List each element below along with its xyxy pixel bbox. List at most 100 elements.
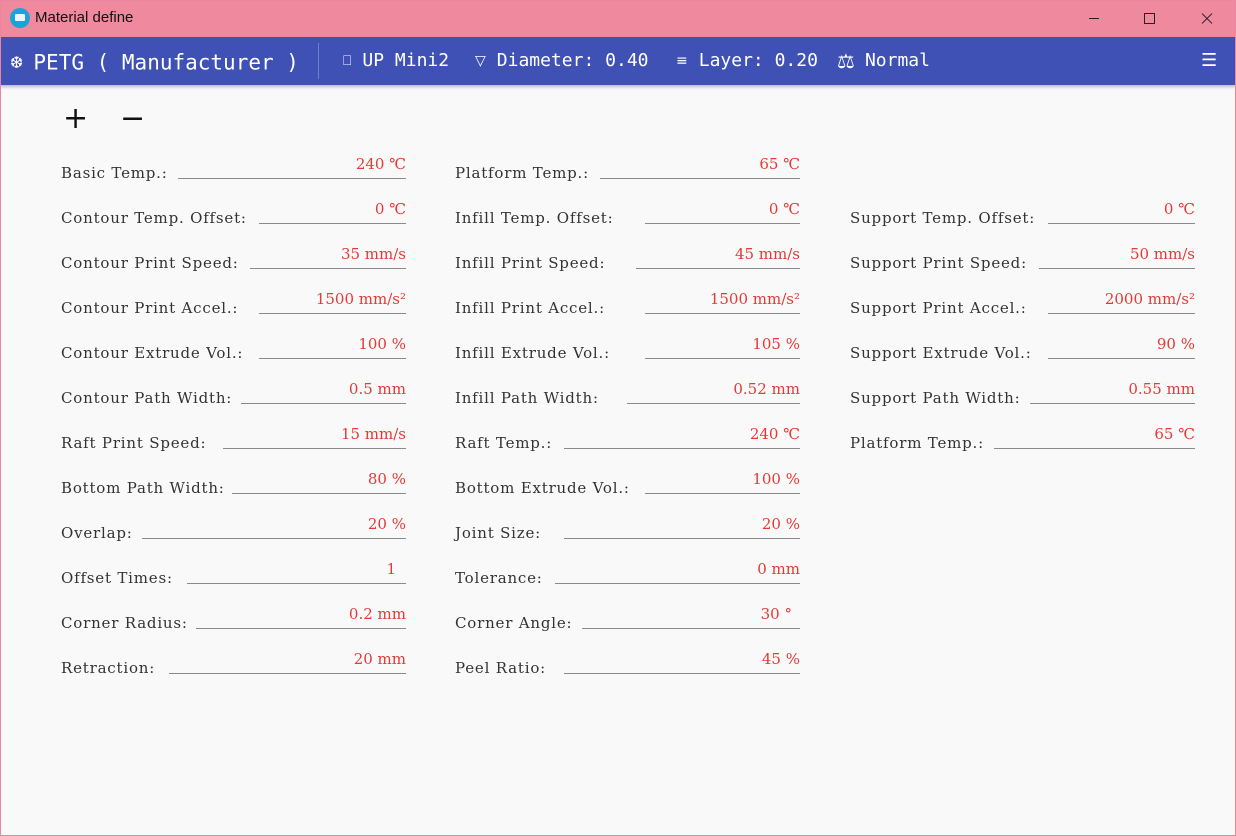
field-support-path-width: Support Path Width: 0.55 mm [850, 380, 1195, 407]
field-contour-path-width: Contour Path Width: 0.5 mm [61, 380, 406, 407]
support-extrude-vol-input[interactable]: 90 % [1048, 335, 1195, 359]
toolbar: ❆ PETG ( Manufacturer ) ⎕ UP Mini2 ▽ Diamet… [0, 37, 1236, 85]
field-corner-radius: Corner Radius: 0.2 mm [61, 605, 406, 632]
field-label: Support Path Width: [850, 389, 1021, 407]
basic-temp-input[interactable]: 240 ℃ [178, 155, 406, 179]
close-button[interactable] [1183, 0, 1229, 37]
window-border [0, 0, 1236, 836]
field-label: Support Temp. Offset: [850, 209, 1036, 227]
field-support-platform-temp: Platform Temp.: 65 ℃ [850, 425, 1195, 452]
material-name: PETG ( Manufacturer ) [33, 50, 299, 75]
field-label: Corner Angle: [455, 614, 573, 632]
peel-ratio-input[interactable]: 45 % [564, 650, 800, 674]
field-label: Platform Temp.: [850, 434, 984, 452]
field-support-extrude-vol: Support Extrude Vol.: 90 % [850, 335, 1195, 362]
contour-print-accel-input[interactable]: 1500 mm/s² [259, 290, 406, 314]
field-contour-print-speed: Contour Print Speed: 35 mm/s [61, 245, 406, 272]
field-label: Support Print Speed: [850, 254, 1027, 272]
diameter-selector[interactable]: ▽ Diameter: 0.40 [475, 37, 649, 85]
offset-times-input[interactable]: 1 [187, 560, 406, 584]
field-label: Contour Path Width: [61, 389, 233, 407]
field-label: Contour Extrude Vol.: [61, 344, 244, 362]
overlap-input[interactable]: 20 % [142, 515, 406, 539]
field-label: Retraction: [61, 659, 156, 677]
infill-print-accel-input[interactable]: 1500 mm/s² [645, 290, 800, 314]
field-label: Infill Extrude Vol.: [455, 344, 610, 362]
field-infill-print-speed: Infill Print Speed: 45 mm/s [455, 245, 800, 272]
field-label: Support Print Accel.: [850, 299, 1027, 317]
window-title: Material define [35, 9, 134, 26]
field-support-print-speed: Support Print Speed: 50 mm/s [850, 245, 1195, 272]
field-label: Basic Temp.: [61, 164, 168, 182]
field-peel-ratio: Peel Ratio: 45 % [455, 650, 800, 677]
printer-selector[interactable]: ⎕ UP Mini2 [343, 37, 449, 85]
platform-temp-input[interactable]: 65 ℃ [600, 155, 800, 179]
bottom-extrude-vol-input[interactable]: 100 % [645, 470, 800, 494]
field-bottom-extrude-vol: Bottom Extrude Vol.: 100 % [455, 470, 800, 497]
infill-extrude-vol-input[interactable]: 105 % [645, 335, 800, 359]
menu-button[interactable]: ☰ [1201, 37, 1217, 85]
toolbar-divider [318, 43, 319, 79]
layers-icon: ≡ [676, 53, 688, 69]
material-selector[interactable]: ❆ PETG ( Manufacturer ) [10, 37, 299, 85]
field-corner-angle: Corner Angle: 30 ° [455, 605, 800, 632]
field-label: Joint Size: [455, 524, 542, 542]
printer-name: UP Mini2 [362, 50, 450, 71]
raft-print-speed-input[interactable]: 15 mm/s [223, 425, 406, 449]
add-button[interactable]: + [63, 104, 88, 134]
support-platform-temp-input[interactable]: 65 ℃ [994, 425, 1195, 449]
title-bar[interactable]: Material define [0, 0, 1236, 37]
field-raft-temp: Raft Temp.: 240 ℃ [455, 425, 800, 452]
bottom-path-width-input[interactable]: 80 % [232, 470, 406, 494]
field-label: Contour Print Accel.: [61, 299, 239, 317]
raft-temp-input[interactable]: 240 ℃ [564, 425, 800, 449]
diameter-value: Diameter: 0.40 [496, 50, 649, 71]
field-label: Infill Temp. Offset: [455, 209, 614, 227]
tolerance-input[interactable]: 0 mm [555, 560, 800, 584]
field-label: Tolerance: [455, 569, 543, 587]
app-icon [10, 8, 30, 28]
minimize-button[interactable] [1071, 0, 1117, 37]
nozzle-icon: ▽ [475, 53, 486, 69]
contour-temp-offset-input[interactable]: 0 ℃ [259, 200, 406, 224]
field-support-print-accel: Support Print Accel.: 2000 mm/s² [850, 290, 1195, 317]
field-label: Infill Print Accel.: [455, 299, 605, 317]
retraction-input[interactable]: 20 mm [169, 650, 406, 674]
quality-value: Normal [864, 50, 930, 71]
contour-extrude-vol-input[interactable]: 100 % [259, 335, 406, 359]
support-path-width-input[interactable]: 0.55 mm [1030, 380, 1195, 404]
field-platform-temp: Platform Temp.: 65 ℃ [455, 155, 800, 182]
infill-temp-offset-input[interactable]: 0 ℃ [645, 200, 800, 224]
support-print-speed-input[interactable]: 50 mm/s [1039, 245, 1195, 269]
joint-size-input[interactable]: 20 % [564, 515, 800, 539]
layer-selector[interactable]: ≡ Layer: 0.20 [676, 37, 818, 85]
contour-print-speed-input[interactable]: 35 mm/s [250, 245, 406, 269]
field-label: Infill Print Speed: [455, 254, 606, 272]
field-label: Contour Print Speed: [61, 254, 239, 272]
infill-path-width-input[interactable]: 0.52 mm [627, 380, 800, 404]
field-infill-extrude-vol: Infill Extrude Vol.: 105 % [455, 335, 800, 362]
support-print-accel-input[interactable]: 2000 mm/s² [1048, 290, 1195, 314]
field-infill-print-accel: Infill Print Accel.: 1500 mm/s² [455, 290, 800, 317]
corner-radius-input[interactable]: 0.2 mm [196, 605, 406, 629]
field-offset-times: Offset Times: 1 [61, 560, 406, 587]
support-temp-offset-input[interactable]: 0 ℃ [1048, 200, 1195, 224]
corner-angle-input[interactable]: 30 ° [582, 605, 800, 629]
field-label: Peel Ratio: [455, 659, 547, 677]
maximize-button[interactable] [1126, 0, 1172, 37]
infill-print-speed-input[interactable]: 45 mm/s [636, 245, 800, 269]
field-contour-extrude-vol: Contour Extrude Vol.: 100 % [61, 335, 406, 362]
remove-button[interactable]: − [120, 104, 145, 134]
field-label: Infill Path Width: [455, 389, 599, 407]
quality-selector[interactable]: ⚖ Normal [837, 37, 930, 85]
field-label: Offset Times: [61, 569, 173, 587]
field-retraction: Retraction: 20 mm [61, 650, 406, 677]
field-contour-temp-offset: Contour Temp. Offset: 0 ℃ [61, 200, 406, 227]
layer-value: Layer: 0.20 [698, 50, 818, 71]
field-label: Bottom Path Width: [61, 479, 225, 497]
field-tolerance: Tolerance: 0 mm [455, 560, 800, 587]
field-label: Raft Temp.: [455, 434, 553, 452]
contour-path-width-input[interactable]: 0.5 mm [241, 380, 406, 404]
field-infill-path-width: Infill Path Width: 0.52 mm [455, 380, 800, 407]
field-overlap: Overlap: 20 % [61, 515, 406, 542]
